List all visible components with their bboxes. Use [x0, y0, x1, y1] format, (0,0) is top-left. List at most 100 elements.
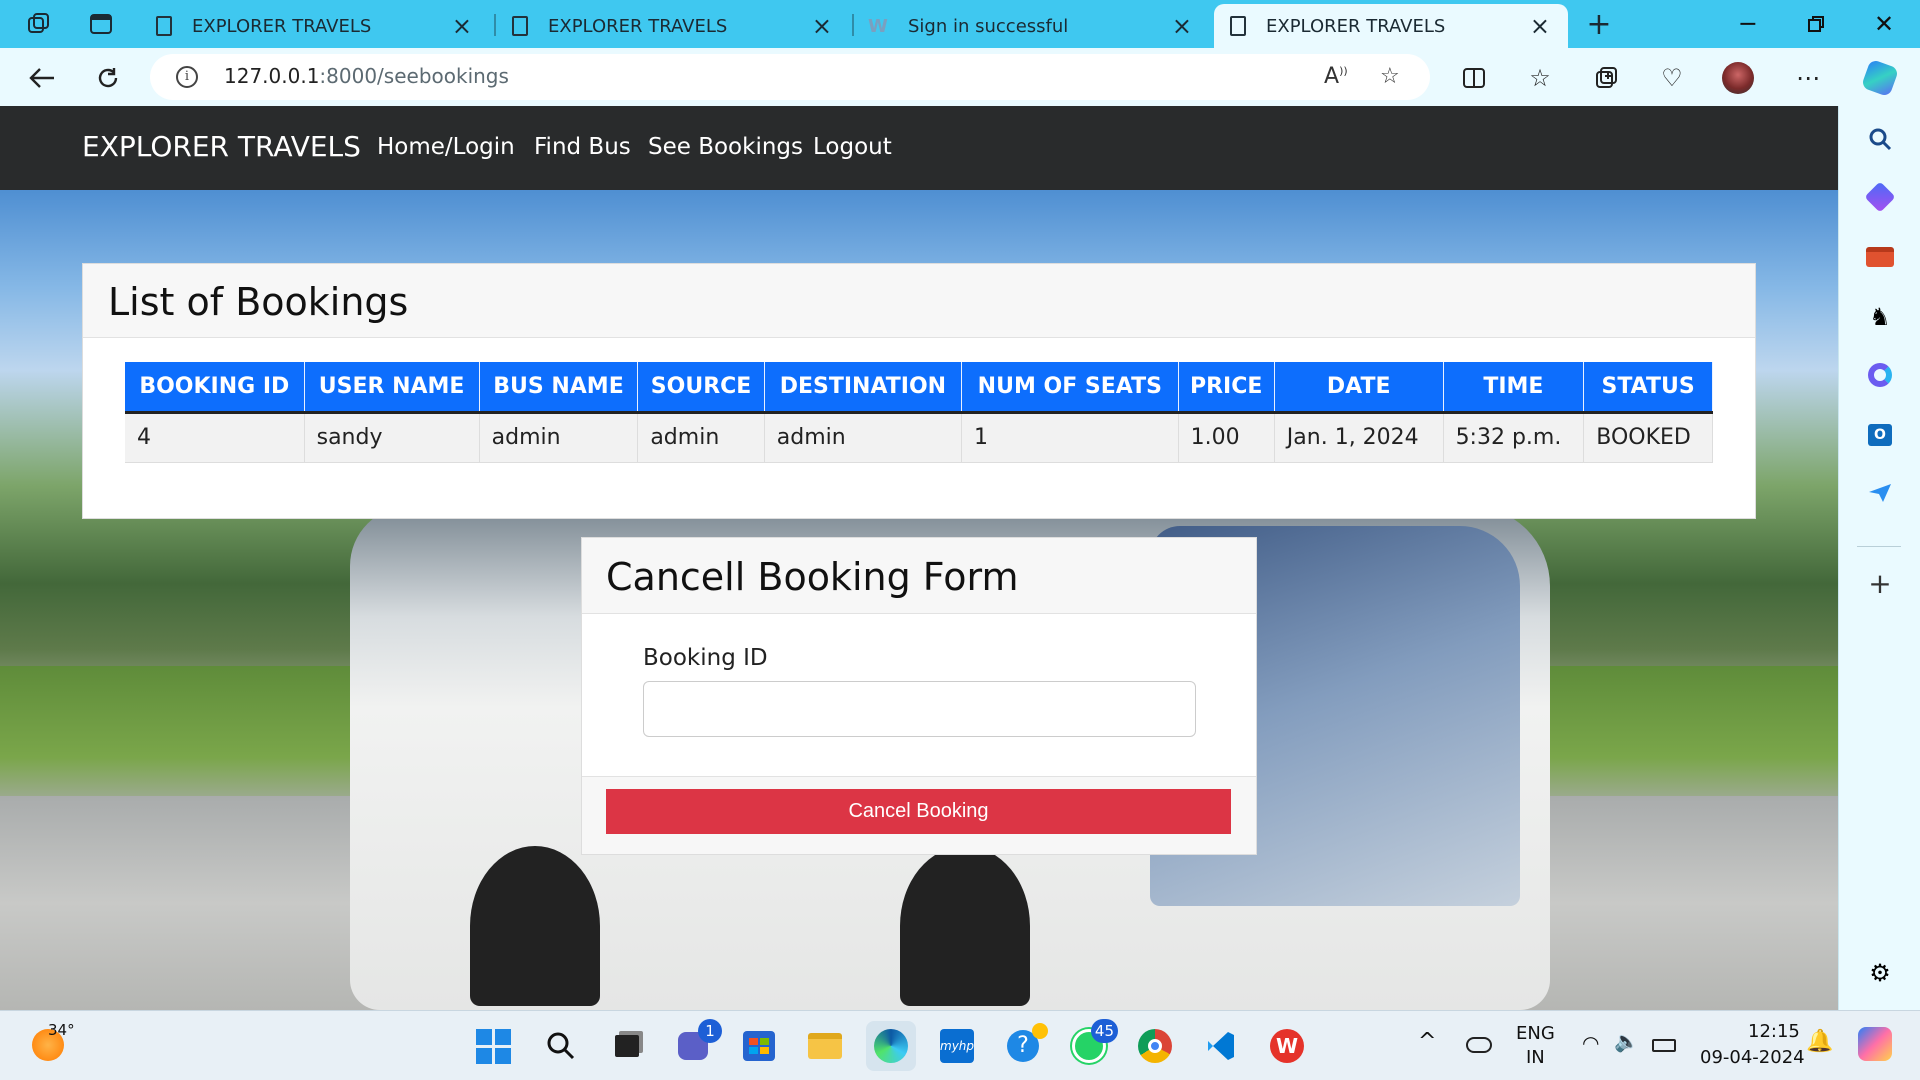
search-icon[interactable]: [1863, 122, 1897, 156]
edge-sidebar: ♞ O + ⚙: [1838, 106, 1920, 1010]
wifi-icon[interactable]: ◠: [1582, 1031, 1599, 1055]
notification-badge: 45: [1090, 1019, 1118, 1043]
column-header: BOOKING ID: [125, 362, 305, 414]
table-cell: 5:32 p.m.: [1443, 412, 1585, 463]
column-header: BUS NAME: [479, 362, 639, 414]
back-icon[interactable]: [24, 60, 60, 96]
table-cell: admin: [479, 412, 639, 463]
browser-tab[interactable]: EXPLORER TRAVELS ×: [512, 4, 850, 48]
add-icon[interactable]: +: [1863, 566, 1897, 600]
outlook-icon[interactable]: O: [1863, 418, 1897, 452]
refresh-icon[interactable]: [90, 60, 126, 96]
column-header: DESTINATION: [764, 362, 963, 414]
site-info-icon[interactable]: i: [176, 66, 198, 88]
favorite-star-icon[interactable]: ☆: [1380, 64, 1400, 89]
teams-icon[interactable]: 1: [668, 1019, 722, 1071]
more-options-icon[interactable]: ⋯: [1790, 60, 1826, 96]
profile-avatar[interactable]: [1720, 60, 1756, 96]
clock-time[interactable]: 12:15: [1748, 1021, 1800, 1042]
column-header: TIME: [1443, 362, 1585, 414]
site-icon: W: [868, 16, 888, 37]
card-header: Cancell Booking Form: [582, 538, 1256, 614]
address-bar[interactable]: i 127.0.0.1:8000/seebookings A)) ☆: [150, 54, 1430, 100]
chrome-icon[interactable]: [1130, 1021, 1180, 1071]
browser-tab-strip: EXPLORER TRAVELS × EXPLORER TRAVELS × W …: [0, 0, 1920, 48]
close-icon[interactable]: ×: [1530, 12, 1550, 40]
minimize-icon[interactable]: ─: [1718, 4, 1778, 44]
file-explorer-icon[interactable]: [800, 1021, 850, 1071]
notification-bell-icon[interactable]: 🔔: [1806, 1029, 1833, 1054]
nav-see-bookings[interactable]: See Bookings: [648, 134, 803, 160]
browser-tab[interactable]: W Sign in successful ×: [868, 4, 1210, 48]
browser-toolbar: i 127.0.0.1:8000/seebookings A)) ☆ ☆ ♡ ⋯: [0, 48, 1920, 106]
column-header: STATUS: [1583, 362, 1713, 414]
nav-find-bus[interactable]: Find Bus: [534, 134, 631, 160]
send-icon[interactable]: [1863, 476, 1897, 510]
tab-actions-icon[interactable]: [86, 9, 116, 39]
page-icon: [512, 16, 528, 36]
tips-icon[interactable]: ?: [998, 1021, 1048, 1071]
card-header: List of Bookings: [83, 264, 1755, 338]
windows-start-icon[interactable]: [468, 1021, 518, 1071]
cancel-booking-button[interactable]: Cancel Booking: [606, 789, 1231, 834]
region-indicator: IN: [1526, 1047, 1545, 1068]
brand-link[interactable]: EXPLORER TRAVELS: [82, 130, 361, 163]
language-indicator[interactable]: ENG: [1516, 1023, 1555, 1044]
onedrive-cloud-icon[interactable]: [1466, 1037, 1492, 1053]
task-view-icon[interactable]: [602, 1021, 652, 1071]
nav-home-login[interactable]: Home/Login: [377, 134, 515, 160]
games-chess-icon[interactable]: ♞: [1863, 300, 1897, 334]
cancel-booking-card: Cancell Booking Form Booking ID Cancel B…: [581, 537, 1257, 855]
close-icon[interactable]: ×: [452, 12, 472, 40]
site-navbar: EXPLORER TRAVELS Home/Login Find Bus See…: [0, 106, 1838, 190]
edge-icon[interactable]: [866, 1021, 916, 1071]
restore-icon[interactable]: [1786, 4, 1846, 44]
form-title: Cancell Booking Form: [606, 555, 1019, 599]
copilot-taskbar-icon[interactable]: [1858, 1027, 1892, 1061]
chevron-up-icon[interactable]: ^: [1418, 1029, 1436, 1054]
nav-logout[interactable]: Logout: [813, 134, 892, 160]
close-icon[interactable]: ×: [1172, 12, 1192, 40]
tools-briefcase-icon[interactable]: [1863, 240, 1897, 274]
whatsapp-icon[interactable]: 45: [1064, 1019, 1118, 1071]
table-cell: admin: [764, 412, 963, 463]
shopping-tag-icon[interactable]: [1863, 180, 1897, 214]
microsoft-365-icon[interactable]: [1863, 358, 1897, 392]
tab-title: EXPLORER TRAVELS: [548, 15, 728, 37]
close-window-icon[interactable]: ✕: [1854, 4, 1914, 44]
notification-badge: 1: [698, 1019, 722, 1043]
close-icon[interactable]: ×: [812, 12, 832, 40]
url-text[interactable]: 127.0.0.1:8000/seebookings: [224, 64, 509, 88]
page-viewport: EXPLORER TRAVELS Home/Login Find Bus See…: [0, 106, 1838, 1010]
tab-title: EXPLORER TRAVELS: [192, 15, 372, 37]
sidebar-divider: [1857, 546, 1901, 547]
settings-gear-icon[interactable]: ⚙: [1863, 956, 1897, 990]
clock-date[interactable]: 09-04-2024: [1700, 1047, 1805, 1068]
table-cell: sandy: [304, 412, 480, 463]
collections-icon[interactable]: [1588, 60, 1624, 96]
wps-office-icon[interactable]: W: [1262, 1021, 1312, 1071]
card-footer: Cancel Booking: [582, 776, 1256, 854]
booking-id-input[interactable]: [643, 681, 1196, 737]
read-aloud-icon[interactable]: A)): [1324, 64, 1348, 89]
favorites-icon[interactable]: ☆: [1522, 60, 1558, 96]
workspaces-icon[interactable]: [24, 9, 54, 39]
vscode-icon[interactable]: [1196, 1021, 1246, 1071]
split-screen-icon[interactable]: [1456, 60, 1492, 96]
browser-tab-active[interactable]: EXPLORER TRAVELS ×: [1214, 4, 1568, 48]
bus-wheel: [900, 846, 1030, 1006]
page-icon: [156, 16, 172, 36]
browser-tab[interactable]: EXPLORER TRAVELS ×: [152, 4, 490, 48]
weather-temp: 34°: [48, 1021, 75, 1039]
browser-essentials-icon[interactable]: ♡: [1654, 60, 1690, 96]
new-tab-icon[interactable]: +: [1584, 7, 1614, 42]
battery-icon[interactable]: [1652, 1039, 1676, 1052]
search-icon[interactable]: [536, 1021, 586, 1071]
myhp-icon[interactable]: myhp: [932, 1021, 982, 1071]
tab-title: Sign in successful: [908, 15, 1069, 37]
volume-icon[interactable]: 🔈: [1614, 1029, 1639, 1053]
tab-separator: [494, 14, 496, 36]
copilot-icon[interactable]: [1860, 58, 1900, 98]
screen: EXPLORER TRAVELS × EXPLORER TRAVELS × W …: [0, 0, 1920, 1080]
microsoft-store-icon[interactable]: [734, 1021, 784, 1071]
